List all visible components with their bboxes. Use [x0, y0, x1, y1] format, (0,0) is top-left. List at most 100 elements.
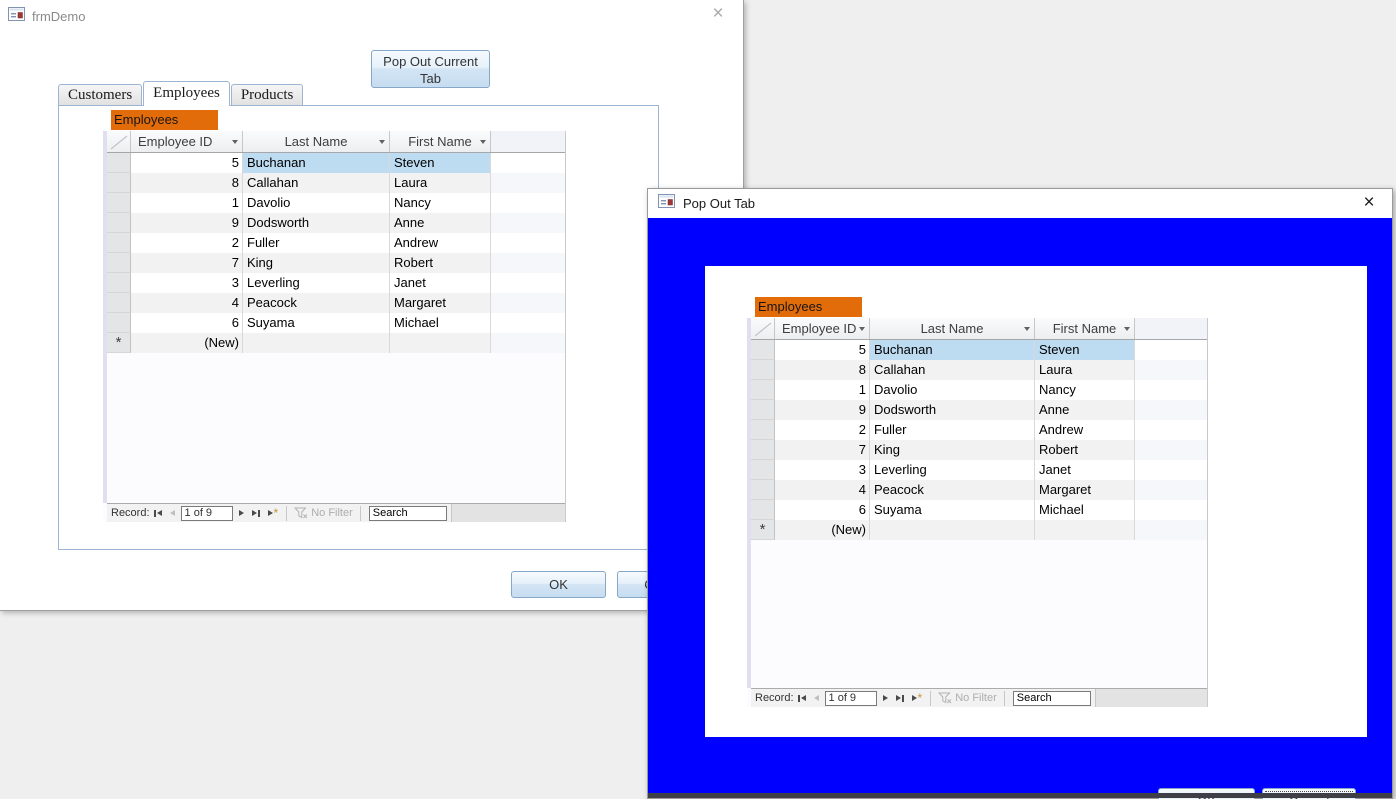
column-header-employee-id[interactable]: Employee ID: [775, 318, 870, 339]
row-selector[interactable]: [107, 153, 131, 173]
column-header-first-name[interactable]: First Name: [1035, 318, 1135, 339]
cell-employee-id[interactable]: 4: [131, 293, 243, 313]
next-record-button[interactable]: [879, 689, 892, 707]
row-selector[interactable]: [107, 293, 131, 313]
new-record-selector[interactable]: *: [107, 333, 131, 353]
cell-employee-id[interactable]: 4: [775, 480, 870, 500]
row-selector[interactable]: [751, 340, 775, 360]
cell-employee-id[interactable]: 6: [775, 500, 870, 520]
horizontal-scrollbar[interactable]: [450, 504, 565, 522]
cell-last-name[interactable]: Buchanan: [870, 340, 1035, 360]
last-record-button[interactable]: [892, 689, 908, 707]
cell-employee-id[interactable]: 1: [131, 193, 243, 213]
filter-dropdown-icon[interactable]: [232, 140, 238, 144]
cell-new[interactable]: (New): [131, 333, 243, 353]
row-selector[interactable]: [751, 380, 775, 400]
cell-first-name[interactable]: Janet: [1035, 460, 1135, 480]
column-header-first-name[interactable]: First Name: [390, 131, 491, 152]
tab-customers[interactable]: Customers: [58, 84, 143, 106]
new-record-selector[interactable]: *: [751, 520, 775, 540]
cell-employee-id[interactable]: 9: [775, 400, 870, 420]
row-selector[interactable]: [751, 360, 775, 380]
tab-employees[interactable]: Employees: [143, 81, 230, 106]
close-icon[interactable]: ×: [705, 3, 731, 25]
filter-dropdown-icon[interactable]: [859, 327, 865, 331]
row-selector[interactable]: [107, 193, 131, 213]
no-filter-button[interactable]: No Filter: [291, 507, 356, 519]
select-all-cell[interactable]: [107, 131, 131, 152]
cell-last-name[interactable]: Suyama: [243, 313, 390, 333]
cell-last-name[interactable]: Dodsworth: [870, 400, 1035, 420]
cell-first-name[interactable]: Michael: [1035, 500, 1135, 520]
row-selector[interactable]: [107, 253, 131, 273]
cell-first-name[interactable]: [1035, 520, 1135, 540]
filter-dropdown-icon[interactable]: [1024, 327, 1030, 331]
cell-employee-id[interactable]: 3: [775, 460, 870, 480]
cell-first-name[interactable]: Anne: [390, 213, 491, 233]
cell-last-name[interactable]: Callahan: [870, 360, 1035, 380]
column-header-employee-id[interactable]: Employee ID: [131, 131, 243, 152]
row-selector[interactable]: [751, 460, 775, 480]
cell-last-name[interactable]: Buchanan: [243, 153, 390, 173]
filter-dropdown-icon[interactable]: [480, 140, 486, 144]
cell-last-name[interactable]: [243, 333, 390, 353]
cell-first-name[interactable]: Michael: [390, 313, 491, 333]
cell-first-name[interactable]: Andrew: [390, 233, 491, 253]
cell-employee-id[interactable]: 5: [131, 153, 243, 173]
cell-last-name[interactable]: Leverling: [870, 460, 1035, 480]
cell-first-name[interactable]: Steven: [1035, 340, 1135, 360]
pop-out-current-tab-button[interactable]: Pop Out Current Tab: [371, 50, 490, 88]
cell-employee-id[interactable]: 9: [131, 213, 243, 233]
cell-first-name[interactable]: [390, 333, 491, 353]
cell-last-name[interactable]: King: [243, 253, 390, 273]
cell-first-name[interactable]: Laura: [390, 173, 491, 193]
cell-last-name[interactable]: Peacock: [243, 293, 390, 313]
cell-employee-id[interactable]: 2: [775, 420, 870, 440]
row-selector[interactable]: [751, 420, 775, 440]
search-input[interactable]: [1012, 690, 1091, 706]
first-record-button[interactable]: [794, 689, 810, 707]
select-all-cell[interactable]: [751, 318, 775, 339]
cell-first-name[interactable]: Margaret: [1035, 480, 1135, 500]
cell-employee-id[interactable]: 7: [131, 253, 243, 273]
cell-first-name[interactable]: Janet: [390, 273, 491, 293]
cell-last-name[interactable]: Fuller: [870, 420, 1035, 440]
last-record-button[interactable]: [248, 504, 264, 522]
cell-employee-id[interactable]: 8: [775, 360, 870, 380]
cell-first-name[interactable]: Anne: [1035, 400, 1135, 420]
cell-first-name[interactable]: Andrew: [1035, 420, 1135, 440]
cell-first-name[interactable]: Laura: [1035, 360, 1135, 380]
first-record-button[interactable]: [150, 504, 166, 522]
cell-last-name[interactable]: Dodsworth: [243, 213, 390, 233]
no-filter-button[interactable]: No Filter: [935, 692, 1000, 704]
cell-first-name[interactable]: Margaret: [390, 293, 491, 313]
cell-last-name[interactable]: Suyama: [870, 500, 1035, 520]
row-selector[interactable]: [751, 440, 775, 460]
cell-last-name[interactable]: [870, 520, 1035, 540]
column-header-last-name[interactable]: Last Name: [243, 131, 390, 152]
row-selector[interactable]: [107, 213, 131, 233]
cell-employee-id[interactable]: 7: [775, 440, 870, 460]
new-record-button[interactable]: *: [908, 689, 927, 707]
cell-first-name[interactable]: Robert: [390, 253, 491, 273]
column-header-last-name[interactable]: Last Name: [870, 318, 1035, 339]
cell-last-name[interactable]: Callahan: [243, 173, 390, 193]
row-selector[interactable]: [107, 273, 131, 293]
tab-products[interactable]: Products: [230, 84, 304, 106]
new-record-button[interactable]: *: [264, 504, 283, 522]
cell-last-name[interactable]: Peacock: [870, 480, 1035, 500]
cell-last-name[interactable]: King: [870, 440, 1035, 460]
cell-last-name[interactable]: Fuller: [243, 233, 390, 253]
cell-first-name[interactable]: Nancy: [1035, 380, 1135, 400]
filter-dropdown-icon[interactable]: [379, 140, 385, 144]
row-selector[interactable]: [751, 480, 775, 500]
close-icon[interactable]: ×: [1356, 192, 1382, 214]
row-selector[interactable]: [751, 400, 775, 420]
row-selector[interactable]: [107, 173, 131, 193]
ok-button[interactable]: OK: [511, 571, 606, 598]
row-selector[interactable]: [107, 233, 131, 253]
cell-employee-id[interactable]: 2: [131, 233, 243, 253]
cell-first-name[interactable]: Steven: [390, 153, 491, 173]
filter-dropdown-icon[interactable]: [1124, 327, 1130, 331]
cell-last-name[interactable]: Leverling: [243, 273, 390, 293]
